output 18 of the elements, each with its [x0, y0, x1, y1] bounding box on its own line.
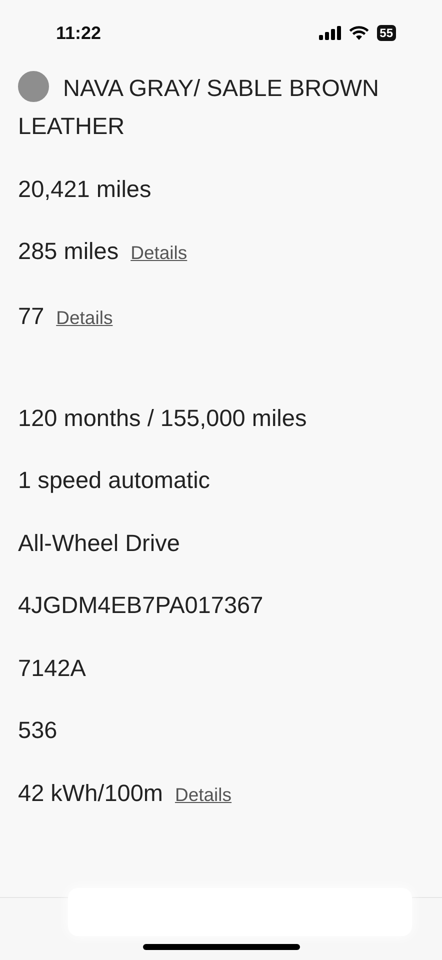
spec-value: 4JGDM4EB7PA017367 [18, 592, 264, 618]
spec-value: 20,421 miles [18, 176, 152, 202]
spec-value: 42 kWh/100m [18, 780, 163, 806]
wifi-icon [348, 26, 369, 40]
spec-value: 285 miles [18, 238, 119, 264]
battery-level: 55 [376, 25, 396, 41]
spec-value: 536 [18, 717, 58, 743]
spec-value: NAVA GRAY/ SABLE BROWN LEATHER [18, 75, 380, 139]
details-link[interactable]: Details [56, 306, 113, 328]
spec-value: 77 [18, 302, 44, 328]
spec-value: 7142A [18, 654, 86, 680]
details-link[interactable]: Details [174, 784, 232, 804]
details-link[interactable]: Details [130, 242, 188, 263]
spec-value: 120 months / 155,000 miles [18, 404, 307, 430]
spec-value: 1 speed automatic [18, 467, 210, 493]
signal-icon [318, 26, 341, 40]
spec-value: All-Wheel Drive [18, 530, 180, 556]
status-time: 11:22 [56, 22, 102, 44]
